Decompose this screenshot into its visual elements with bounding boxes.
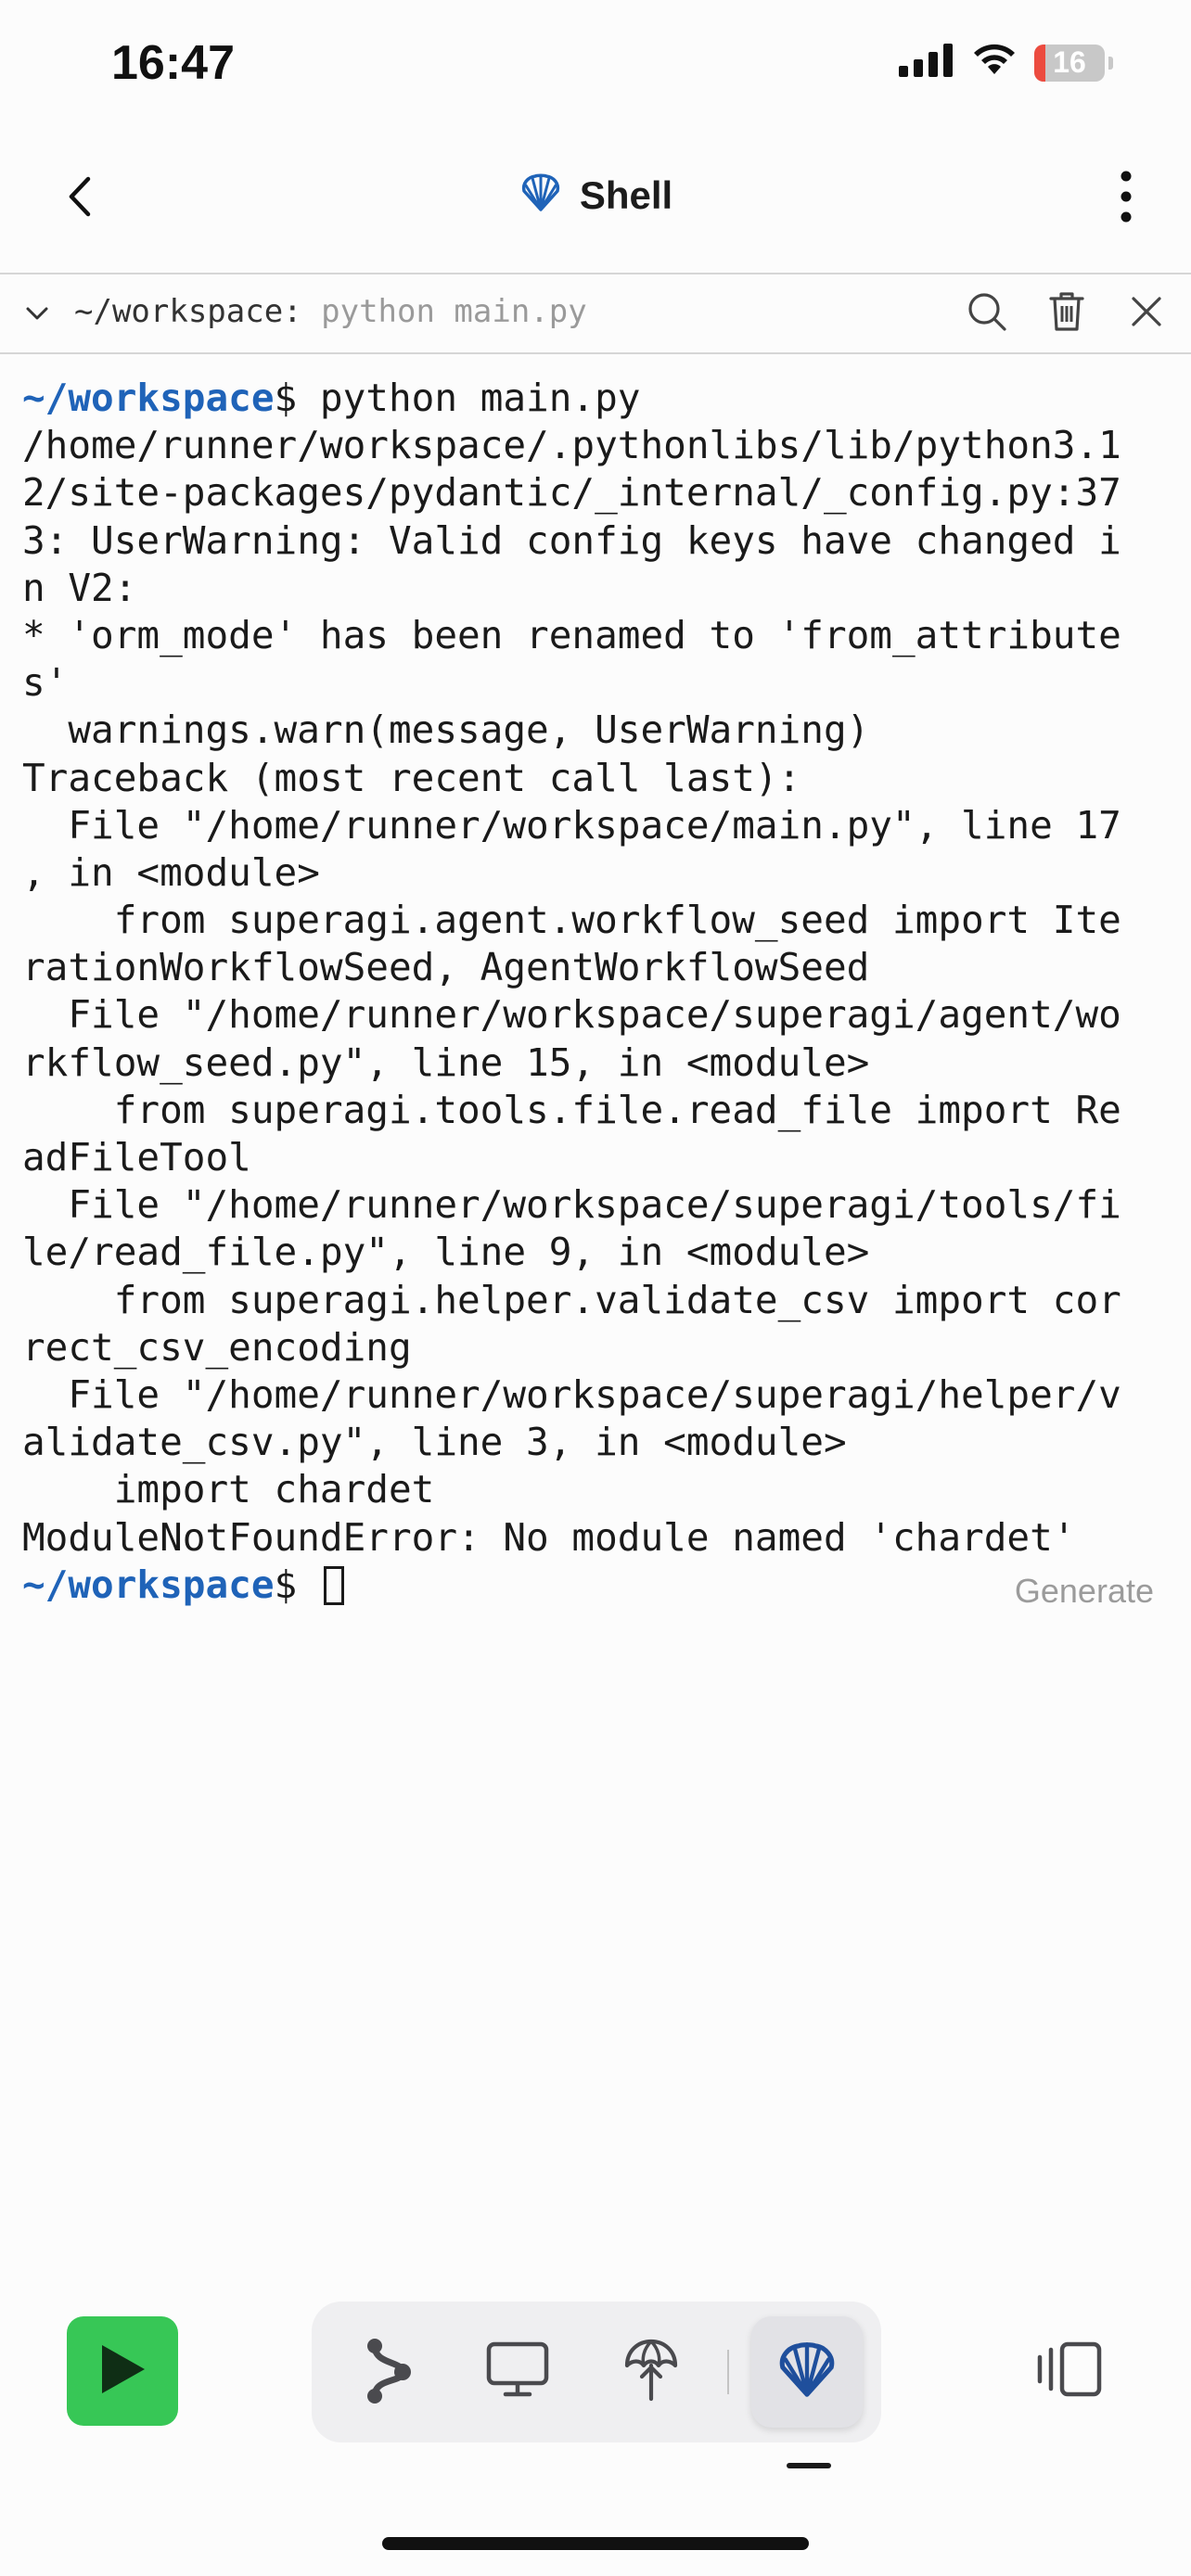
terminal-line: n V2:	[22, 565, 137, 610]
terminal-line: File "/home/runner/workspace/superagi/he…	[22, 1371, 1121, 1417]
terminal-line: * 'orm_mode' has been renamed to 'from_a…	[22, 612, 1121, 657]
play-icon	[96, 2341, 148, 2402]
status-icons: 16	[899, 43, 1113, 83]
terminal-line: rect_csv_encoding	[22, 1324, 412, 1370]
terminal-line: from superagi.helper.validate_csv import…	[22, 1277, 1121, 1322]
toolbar-divider	[727, 2350, 729, 2394]
close-icon	[1130, 295, 1163, 333]
battery-fill	[1034, 44, 1046, 82]
entered-command: python main.py	[297, 376, 641, 420]
prompt-symbol: $	[274, 376, 298, 420]
deploy-tool-button[interactable]	[607, 2327, 696, 2417]
page-title: Shell	[579, 172, 673, 217]
command-summary: ~/workspace: python main.py	[74, 293, 587, 330]
terminal-line: 3: UserWarning: Valid config keys have c…	[22, 517, 1121, 563]
terminal-line: 2/site-packages/pydantic/_internal/_conf…	[22, 470, 1121, 516]
terminal-line: rkflow_seed.py", line 15, in <module>	[22, 1039, 870, 1085]
terminal-line: from superagi.agent.workflow_seed import…	[22, 898, 1121, 943]
terminal-line: warnings.warn(message, UserWarning)	[22, 708, 870, 753]
prompt-symbol: $	[274, 1562, 298, 1607]
text-cursor	[323, 1565, 344, 1605]
terminal-line: File "/home/runner/workspace/superagi/to…	[22, 1182, 1121, 1228]
battery-indicator: 16	[1034, 44, 1105, 82]
terminal-line: s'	[22, 660, 69, 706]
battery-tip	[1108, 56, 1113, 70]
search-icon	[966, 290, 1008, 338]
more-options-button[interactable]	[1098, 171, 1154, 226]
tool-switcher	[312, 2302, 881, 2442]
terminal-line: adFileTool	[22, 1135, 251, 1180]
shell-tool-button[interactable]	[751, 2316, 863, 2428]
terminal-line: , in <module>	[22, 849, 320, 895]
screen: 16:47 16 Shell ~/workspace: python main.…	[0, 0, 1191, 2576]
shell-icon	[775, 2340, 839, 2404]
command-actions	[963, 289, 1171, 338]
header-title-group: Shell	[0, 172, 1191, 218]
vertical-ellipsis-icon	[1120, 171, 1133, 227]
terminal-line: le/read_file.py", line 9, in <module>	[22, 1230, 870, 1275]
terminal-line: File "/home/runner/workspace/superagi/ag…	[22, 992, 1121, 1038]
git-branch-icon	[362, 2337, 414, 2408]
active-tab-indicator	[787, 2463, 831, 2468]
terminal-line: Traceback (most recent call last):	[22, 755, 801, 800]
terminal-line: File "/home/runner/workspace/main.py", l…	[22, 802, 1121, 848]
terminal-line: rationWorkflowSeed, AgentWorkflowSeed	[22, 945, 870, 990]
close-button[interactable]	[1122, 289, 1171, 338]
clear-button[interactable]	[1043, 289, 1091, 338]
panels-button[interactable]	[1028, 2331, 1111, 2411]
search-button[interactable]	[963, 289, 1011, 338]
cellular-signal-icon	[899, 44, 954, 82]
terminal-prompt-line[interactable]: ~/workspace$ Generate	[22, 1562, 1172, 1610]
status-time: 16:47	[111, 36, 235, 90]
wifi-icon	[971, 43, 1018, 83]
panels-icon	[1034, 2339, 1105, 2404]
status-bar: 16:47 16	[0, 0, 1191, 130]
trash-icon	[1047, 290, 1086, 338]
terminal-output[interactable]: ~/workspace$ python main.py /home/runner…	[22, 375, 1172, 1610]
prompt-directory: ~/workspace	[22, 376, 275, 420]
battery-level: 16	[1053, 45, 1086, 79]
shell-icon	[519, 172, 563, 218]
deploy-umbrella-icon	[623, 2338, 679, 2407]
terminal-line: import chardet	[22, 1467, 435, 1512]
home-indicator	[382, 2537, 809, 2550]
terminal-line: from superagi.tools.file.read_file impor…	[22, 1087, 1121, 1132]
run-button[interactable]	[67, 2316, 178, 2426]
header: Shell	[0, 130, 1191, 274]
monitor-icon	[485, 2340, 550, 2404]
terminal-line: ModuleNotFoundError: No module named 'ch…	[22, 1514, 1076, 1560]
collapse-chevron-icon[interactable]	[20, 297, 54, 330]
command-text: python main.py	[321, 293, 587, 330]
command-directory: ~/workspace:	[74, 293, 302, 330]
terminal-output-lines: /home/runner/workspace/.pythonlibs/lib/p…	[22, 422, 1172, 1562]
preview-tool-button[interactable]	[473, 2327, 562, 2417]
prompt-directory: ~/workspace	[22, 1562, 275, 1607]
terminal-command-line: ~/workspace$ python main.py	[22, 375, 1172, 422]
generate-button[interactable]: Generate	[1015, 1567, 1154, 1614]
terminal-line: /home/runner/workspace/.pythonlibs/lib/p…	[22, 423, 1121, 468]
git-tool-button[interactable]	[343, 2327, 432, 2417]
command-bar: ~/workspace: python main.py	[0, 274, 1191, 354]
terminal-line: alidate_csv.py", line 3, in <module>	[22, 1420, 847, 1465]
